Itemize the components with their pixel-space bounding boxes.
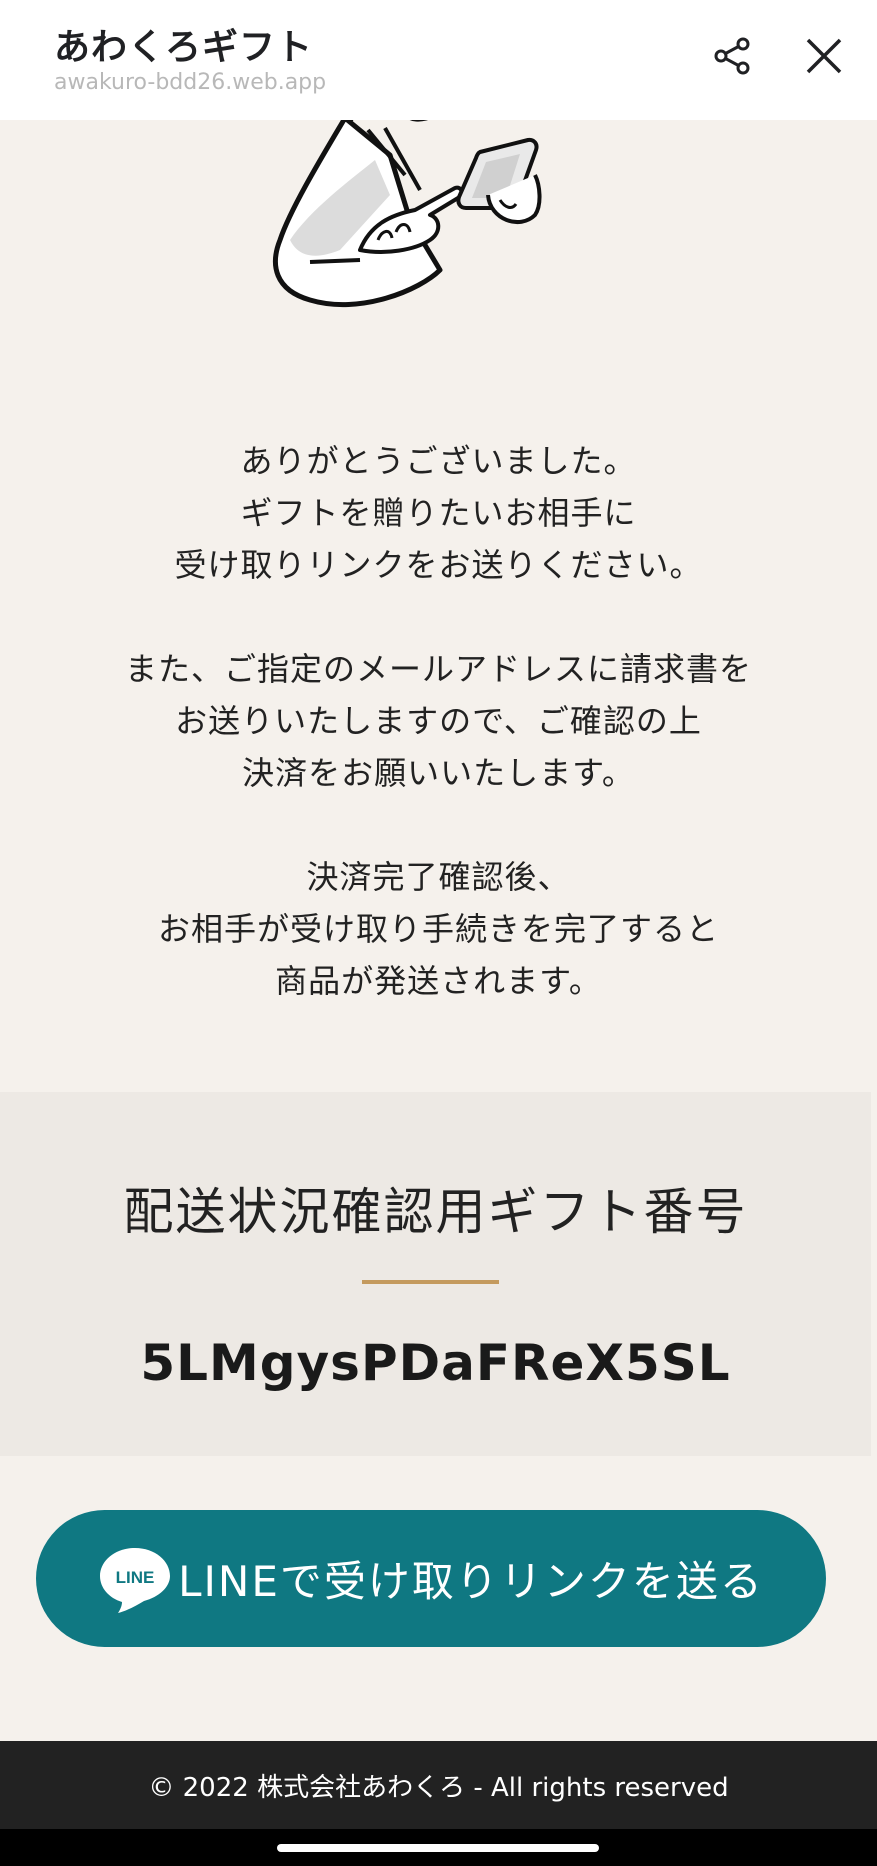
person-holding-phone-illustration xyxy=(272,100,542,308)
browser-header: あわくろギフト awakuro-bdd26.web.app xyxy=(0,0,877,120)
footer: © 2022 株式会社あわくろ - All rights reserved xyxy=(0,1741,877,1829)
shipping-message: 決済完了確認後、 お相手が受け取り手続きを完了すると 商品が発送されます。 xyxy=(0,851,877,1007)
gift-number-heading: 配送状況確認用ギフト番号 xyxy=(123,1183,748,1241)
page-title: あわくろギフト xyxy=(54,27,314,68)
gift-number-code: 5LMgysPDaFReX5SL xyxy=(140,1334,731,1392)
home-indicator[interactable] xyxy=(277,1844,599,1852)
share-icon xyxy=(714,37,750,75)
share-button[interactable] xyxy=(703,26,763,86)
send-line-link-button[interactable]: LINE LINEで受け取りリンクを送る xyxy=(36,1510,826,1647)
close-icon xyxy=(806,38,842,74)
line-logo-icon: LINE xyxy=(100,1547,171,1613)
thank-you-message: ありがとうございました。 ギフトを贈りたいお相手に 受け取りリンクをお送りくださ… xyxy=(0,435,877,591)
invoice-message: また、ご指定のメールアドレスに請求書を お送りいたしますので、ご確認の上 決済を… xyxy=(0,643,877,799)
message-line: 受け取りリンクをお送りください。 xyxy=(174,546,703,584)
copyright-text: © 2022 株式会社あわくろ - All rights reserved xyxy=(148,1772,729,1803)
message-line: ギフトを贈りたいお相手に xyxy=(240,494,637,532)
message-line: お相手が受け取り手続きを完了すると xyxy=(157,910,719,948)
system-nav-bar xyxy=(0,1829,877,1866)
message-line: 決済完了確認後、 xyxy=(306,858,571,896)
message-line: ありがとうございました。 xyxy=(240,442,637,480)
message-line: 決済をお願いいたします。 xyxy=(242,754,635,792)
gift-divider xyxy=(362,1280,499,1284)
message-line: 商品が発送されます。 xyxy=(275,962,602,1000)
page-url: awakuro-bdd26.web.app xyxy=(54,70,327,95)
page: あわくろギフト awakuro-bdd26.web.app ありがとうございまし… xyxy=(0,0,877,1866)
close-button[interactable] xyxy=(794,26,854,86)
gift-number-section: 配送状況確認用ギフト番号 5LMgysPDaFReX5SL xyxy=(0,1092,871,1456)
message-line: また、ご指定のメールアドレスに請求書を xyxy=(124,650,752,688)
svg-text:LINE: LINE xyxy=(116,1568,155,1587)
message-line: お送りいたしますので、ご確認の上 xyxy=(175,702,702,740)
send-line-link-label: LINEで受け取りリンクを送る xyxy=(178,1557,764,1606)
